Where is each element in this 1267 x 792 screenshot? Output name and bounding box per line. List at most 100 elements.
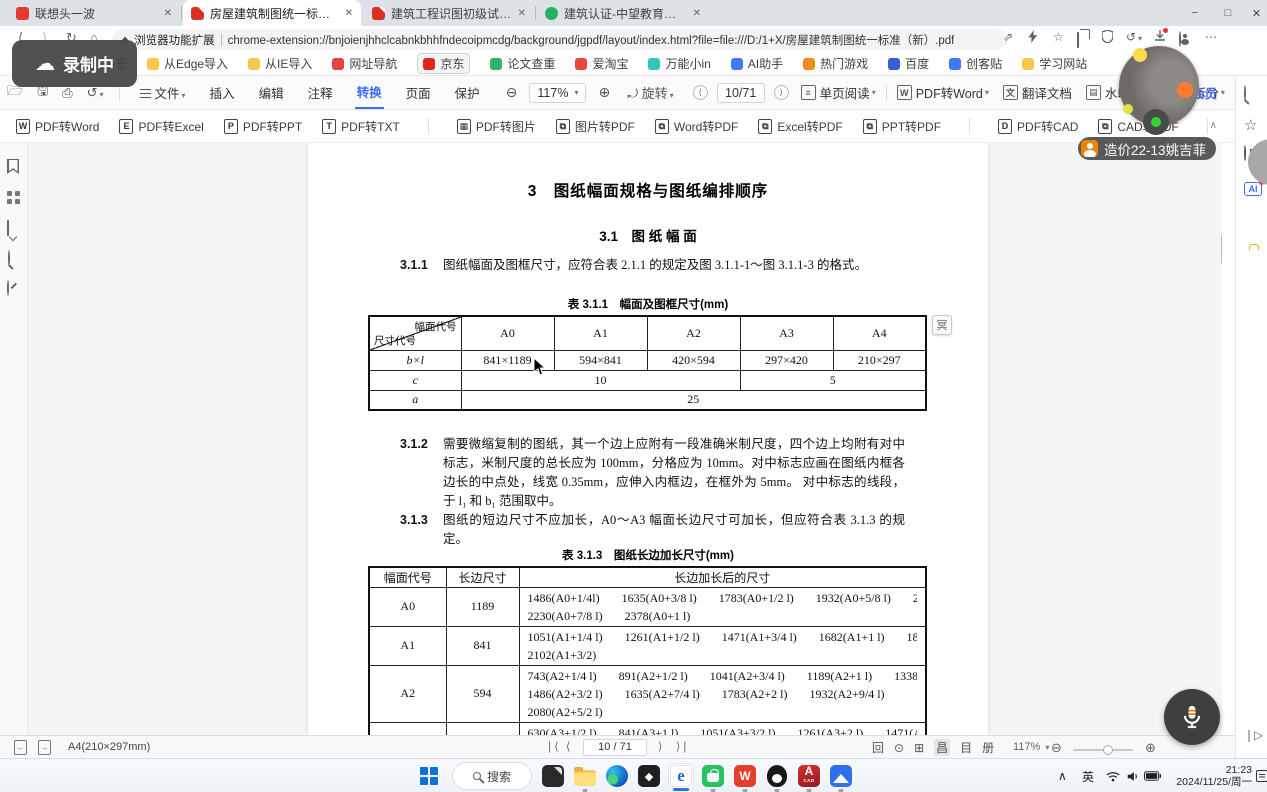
shield-icon[interactable] — [1102, 30, 1113, 46]
favorite-star-icon[interactable]: ☆ — [1053, 30, 1064, 44]
bookmark-item[interactable]: 从Edge导入 — [147, 55, 228, 72]
download-icon[interactable] — [1154, 30, 1166, 45]
zoom-slider-knob[interactable] — [1103, 745, 1113, 755]
expand-panel-icon[interactable]: ❘▷ — [1244, 728, 1263, 742]
vertical-scrollbar[interactable] — [1221, 233, 1222, 633]
zoom-in-icon[interactable]: ⊕ — [598, 84, 610, 101]
speaker-icon[interactable] — [1126, 759, 1140, 792]
bookmark-panel-icon[interactable] — [7, 159, 19, 174]
bookmark-item[interactable]: AI助手 — [731, 55, 783, 72]
profile-avatar[interactable] — [1179, 32, 1181, 46]
battery-icon[interactable] — [1144, 759, 1161, 792]
tab-1[interactable]: 联想头一波 ✕ — [8, 0, 180, 26]
continuous-scroll-icon[interactable]: 昌 — [934, 739, 950, 756]
bookmark-item[interactable]: 论文查重 — [490, 55, 555, 72]
zoom-out-icon[interactable]: ⊖ — [506, 84, 518, 101]
convert-tool-button[interactable]: DPDF转CAD — [998, 118, 1078, 135]
lenovo-box-app-icon[interactable]: ◆ — [636, 763, 662, 789]
tab-4[interactable]: 建筑认证-中望教育云平台 ✕ — [537, 0, 709, 26]
clock-tray[interactable]: 21:232024/11/25/周一 — [1168, 759, 1252, 792]
menu-edit[interactable]: 编辑 — [257, 77, 286, 108]
fit-width-icon[interactable]: 回 — [872, 739, 884, 756]
page-number-input[interactable]: 10 / 71 — [583, 739, 647, 756]
wifi-icon[interactable] — [1106, 759, 1120, 792]
tab-close-icon[interactable]: ✕ — [693, 8, 701, 19]
convert-tool-button[interactable]: ⧉Excel转PDF — [758, 118, 842, 135]
menu-insert[interactable]: 插入 — [208, 77, 237, 108]
page-indicator[interactable]: 10/71 — [717, 83, 765, 103]
convert-tool-button[interactable]: PPDF转PPT — [224, 118, 302, 135]
history-icon[interactable]: ↺▾ — [1126, 30, 1142, 44]
tab-close-icon[interactable]: ✕ — [164, 8, 172, 19]
minimize-button[interactable]: − — [1180, 0, 1210, 26]
tab-close-icon[interactable]: ✕ — [345, 8, 353, 19]
ai-rail-icon[interactable]: AI — [1244, 182, 1262, 196]
screen-recording-badge[interactable]: ☁ 录制中 — [12, 40, 137, 87]
ime-indicator[interactable]: 英 — [1082, 759, 1094, 792]
file-explorer-icon[interactable] — [572, 763, 598, 789]
translate-button[interactable]: 文翻译文档 — [1003, 83, 1072, 102]
auto-zoom-icon[interactable]: ⊙ — [894, 741, 904, 755]
maximize-button[interactable]: □ — [1213, 0, 1243, 26]
notebook-app-icon[interactable] — [540, 763, 566, 789]
menu-protect[interactable]: 保护 — [453, 77, 482, 108]
fit-page-icon[interactable]: ⊞ — [914, 741, 924, 755]
url-field[interactable]: ♠ 浏览器功能扩展 chrome-extension://bnjoienjhhc… — [112, 29, 1007, 50]
more-menu-icon[interactable]: ⋯ — [1205, 30, 1217, 44]
collapse-toolbar-icon[interactable]: ∧ — [1210, 120, 1217, 131]
comments-panel-icon[interactable] — [7, 221, 9, 235]
view-forward-icon[interactable]: → — [38, 740, 51, 755]
last-page-icon[interactable]: ⟩❘ — [676, 740, 690, 753]
two-page-icon[interactable]: 册 — [982, 739, 994, 756]
active-browser-icon[interactable]: e — [668, 763, 694, 789]
zoom-out-icon[interactable]: ⊖ — [1051, 740, 1062, 756]
tab-close-icon[interactable]: ✕ — [518, 8, 526, 19]
bookmark-item[interactable]: 从IE导入 — [248, 55, 312, 72]
first-page-icon[interactable]: ❘⟨ — [545, 740, 559, 753]
bookmark-item[interactable]: 创客贴 — [949, 55, 1002, 72]
convert-tool-button[interactable]: WPDF转Word — [16, 118, 99, 135]
wps-icon[interactable]: W — [732, 763, 758, 789]
zoom-select[interactable]: 117%▾ — [529, 83, 586, 103]
edge-browser-icon[interactable] — [604, 763, 630, 789]
next-page-icon[interactable]: ⟩ — [774, 85, 789, 100]
bookmark-item[interactable]: 热门游戏 — [803, 55, 868, 72]
bookmark-item[interactable]: 百度 — [888, 55, 929, 72]
bookmark-item[interactable]: 京东 — [417, 53, 470, 74]
close-window-button[interactable]: ✕ — [1246, 0, 1267, 26]
single-page-icon[interactable]: 目 — [960, 739, 972, 756]
attachments-panel-icon[interactable] — [7, 281, 9, 295]
favorites-rail-icon[interactable]: ☆ — [1244, 116, 1257, 134]
zoom-in-icon[interactable]: ⊕ — [1145, 740, 1156, 756]
convert-tool-button[interactable]: TPDF转TXT — [322, 118, 400, 135]
tab-manager-icon[interactable] — [1077, 33, 1079, 47]
selection-tool-popup-icon[interactable]: 冥 — [932, 315, 952, 335]
read-mode-button[interactable]: ≡单页阅读▾ — [801, 83, 876, 102]
thumbnails-panel-icon[interactable] — [7, 191, 20, 204]
zoom-value-label[interactable]: 117% ▾ — [1013, 741, 1049, 753]
tray-expand-icon[interactable]: ∧ — [1058, 759, 1067, 792]
bookmark-item[interactable]: 爱淘宝 — [575, 55, 628, 72]
menu-annotate[interactable]: 注释 — [306, 77, 335, 108]
cloud-class-app-icon[interactable] — [828, 763, 854, 789]
menu-convert-active[interactable]: 转换 — [355, 76, 384, 109]
convert-tool-button[interactable]: ⧉PPT转PDF — [863, 118, 941, 135]
taskbar-search[interactable]: 搜索 — [452, 762, 532, 790]
rotate-icon[interactable]: ⤾ 旋转▾ — [627, 83, 673, 102]
prev-page-icon[interactable]: ⟨ — [693, 85, 708, 100]
history-rail-icon[interactable] — [1244, 146, 1246, 160]
bookmark-item[interactable]: 网址导航 — [332, 55, 397, 72]
app-store-icon[interactable] — [700, 763, 726, 789]
convert-tool-button[interactable]: ▦PDF转图片 — [457, 118, 536, 135]
pdf-to-word-button[interactable]: WPDF转Word▾ — [897, 83, 989, 102]
menu-file[interactable]: 文件▾ — [138, 77, 188, 108]
zoom-slider[interactable] — [1073, 749, 1133, 751]
tab-2-active[interactable]: 房屋建筑制图统一标准（新）.pdf ✕ — [183, 0, 361, 26]
view-back-icon[interactable]: ← — [14, 740, 27, 755]
bookmark-item[interactable]: 学习网站 — [1022, 55, 1087, 72]
start-button[interactable] — [416, 763, 442, 789]
notification-center-icon[interactable] — [1256, 759, 1267, 792]
tab-3[interactable]: 建筑工程识图初级试卷（调整后） ✕ — [364, 0, 534, 26]
convert-tool-button[interactable]: ⧉图片转PDF — [556, 118, 635, 135]
next-page-icon[interactable]: ⟩ — [658, 740, 662, 753]
